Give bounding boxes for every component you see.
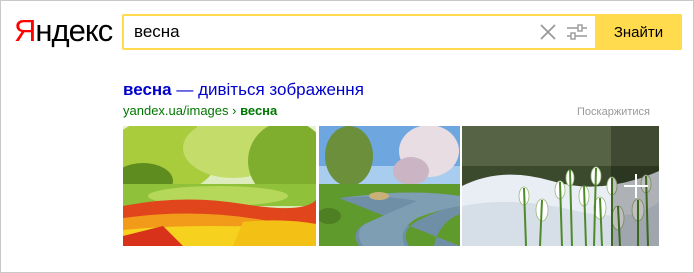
result-url-query[interactable]: весна [240, 103, 277, 118]
result-url-link[interactable]: yandex.ua/images [123, 103, 229, 118]
result-title-rest: — дивіться зображення [171, 80, 364, 99]
snowdrops-image[interactable] [462, 126, 659, 246]
tulip-garden-image[interactable] [123, 126, 316, 246]
plus-icon [623, 173, 649, 199]
search-submit-button[interactable]: Знайти [595, 14, 682, 50]
result-title-link[interactable]: весна — дивіться зображення [123, 80, 364, 100]
logo-rest: ндекс [35, 13, 113, 48]
result-url-separator: › [228, 103, 241, 118]
logo-first-letter: Я [14, 13, 36, 48]
clear-icon[interactable] [538, 22, 558, 42]
complain-link[interactable]: Поскаржитися [577, 106, 650, 118]
yandex-logo[interactable]: Яндекс [14, 13, 113, 48]
search-input[interactable] [124, 16, 534, 48]
result-title-query: весна [123, 80, 172, 99]
image-thumbnails [123, 126, 659, 246]
result-url: yandex.ua/images › весна [123, 103, 277, 118]
search-box: Знайти [122, 14, 682, 50]
more-images-overlay[interactable] [611, 126, 659, 246]
filter-settings-icon[interactable] [565, 22, 589, 42]
spring-river-image[interactable] [319, 126, 460, 246]
